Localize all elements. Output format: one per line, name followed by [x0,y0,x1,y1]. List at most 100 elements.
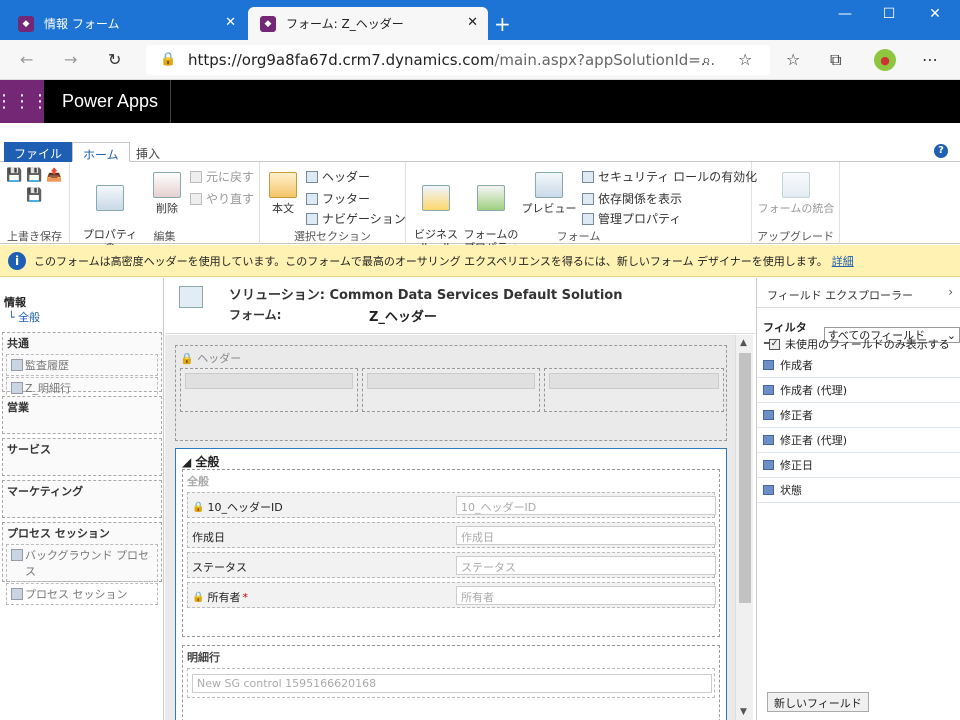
browser-tab-info-form[interactable]: ◆ 情報 フォーム ✕ [6,7,246,40]
form-navigation-pane: 情報 └ 全般 共通 監査履歴 Z_明細行 営業 サービス マーケティング プロ… [0,278,164,720]
nav-section-process-session[interactable]: プロセス セッション バックグラウンド プロセス プロセス セッション [2,522,162,605]
favorite-star-icon[interactable]: ☆ [738,50,752,69]
security-roles-label: セキュリティ ロールの有効化 [598,170,758,184]
header-cell[interactable] [362,368,540,412]
close-tab-icon[interactable]: ✕ [467,15,478,30]
form-canvas: 🔒 ヘッダー ◢ 全般 全般 🔒 10_ヘッダーID 10_ヘッダーID 作成日 … [165,335,735,720]
undo-icon [190,170,202,183]
nav-section-marketing[interactable]: マーケティング [2,480,162,518]
url-host: https://org9a8fa67d.crm7.dynamics.com [188,51,495,69]
collections-icon[interactable]: ⧉ [830,50,841,70]
field-input[interactable]: 10_ヘッダーID [456,496,716,515]
profile-avatar[interactable]: ● [874,49,896,71]
tab-title-text: 全般 [195,455,220,469]
info-banner-link[interactable]: 詳細 [832,253,854,269]
subgrid-control[interactable]: New SG control 1595166620168 [187,668,715,698]
nav-item-general[interactable]: └ 全般 [8,309,40,325]
section-general[interactable]: 全般 🔒 10_ヘッダーID 10_ヘッダーID 作成日 作成日 ステータス ステ… [182,469,720,637]
field-header-id[interactable]: 🔒 10_ヘッダーID 10_ヘッダーID [187,492,716,518]
body-button[interactable]: 本文 [266,172,300,215]
field-label: 所有者 [207,591,241,604]
nav-item-audit-history[interactable]: 監査履歴 [6,354,158,376]
tab-home[interactable]: ホーム [72,142,130,162]
tab-insert[interactable]: 挿入 [126,142,170,162]
new-tab-icon[interactable]: + [494,12,511,36]
form-label: フォーム: [229,308,282,322]
maximize-icon[interactable]: ☐ [866,6,912,22]
info-banner: i このフォームは高密度ヘッダーを使用しています。このフォームで最高のオーサリン… [0,245,960,277]
undo-button[interactable]: 元に戻す [190,168,254,185]
scroll-up-icon[interactable]: ▲ [740,338,747,348]
navigation-button[interactable]: ナビゲーション [306,210,406,227]
list-item[interactable]: 修正者 (代理) [757,428,960,453]
header-button[interactable]: ヘッダー [306,168,370,185]
managed-properties-button[interactable]: 管理プロパティ [582,210,681,227]
save-as-icon[interactable]: 💾 [26,188,42,203]
nav-section-common[interactable]: 共通 監査履歴 Z_明細行 [2,332,162,399]
section-detail-lines[interactable]: 明細行 New SG control 1595166620168 [182,645,720,720]
save-close-icon[interactable]: 💾 [26,168,42,183]
field-name: 作成者 (代理) [780,384,848,397]
preview-button[interactable]: プレビュー [520,172,578,215]
help-icon[interactable]: ? [934,144,948,158]
new-field-button[interactable]: 新しいフィールド [767,692,869,712]
dependencies-button[interactable]: 依存関係を表示 [582,190,682,207]
delete-button[interactable]: 削除 [150,172,184,215]
tab-file[interactable]: ファイル [4,142,73,162]
list-item[interactable]: 作成者 [757,353,960,378]
field-name: 修正日 [780,459,813,472]
favorites-list-icon[interactable]: ☆ [786,50,800,69]
scrollbar-thumb[interactable] [739,353,751,603]
list-item[interactable]: 状態 [757,478,960,503]
redo-button[interactable]: やり直す [190,190,254,207]
list-item[interactable]: 修正日 [757,453,960,478]
merge-forms-button[interactable]: フォームの統合 [754,172,838,215]
redo-icon [190,192,202,205]
form-tab-general[interactable]: ◢ 全般 全般 🔒 10_ヘッダーID 10_ヘッダーID 作成日 作成日 ステー… [175,448,727,720]
list-item[interactable]: 作成者 (代理) [757,378,960,403]
more-menu-icon[interactable]: ⋯ [922,50,938,69]
scroll-down-icon[interactable]: ▼ [740,707,747,717]
chevron-right-icon[interactable]: › [948,285,953,299]
publish-icon[interactable]: 📤 [46,168,62,183]
powerapps-header: ⋮⋮⋮ Power Apps [0,80,960,123]
field-name: 状態 [780,484,802,497]
footer-button[interactable]: フッター [306,190,370,207]
header-cell[interactable] [544,368,724,412]
address-bar: ← → ↻ 🔒 https://org9a8fa67d.crm7.dynamic… [0,40,960,80]
nav-item-process-session[interactable]: プロセス セッション [6,583,158,605]
form-scrollbar[interactable]: ▲ ▼ [735,335,753,720]
app-launcher-icon[interactable]: ⋮⋮⋮ [0,80,49,123]
field-input[interactable]: 作成日 [456,526,716,545]
reload-icon[interactable]: ↻ [108,50,121,69]
ribbon-group-edit: プロパティの 変更 削除 元に戻す やり直す 編集 [70,162,260,267]
forward-icon[interactable]: → [64,50,77,69]
field-owner[interactable]: 🔒 所有者 * 所有者 [187,582,716,608]
nav-item-background-process[interactable]: バックグラウンド プロセス [6,544,158,582]
url-input[interactable]: 🔒 https://org9a8fa67d.crm7.dynamics.com /… [146,45,770,75]
browser-tab-form-header[interactable]: ◆ フォーム: Z_ヘッダー ✕ [248,7,488,40]
unused-only-checkbox[interactable]: ✓ [769,338,780,350]
zoom-icon[interactable]: ⌕ [702,50,711,70]
save-icon[interactable]: 💾 [6,168,22,183]
nav-section-service[interactable]: サービス [2,438,162,476]
nav-section-sales[interactable]: 営業 [2,396,162,434]
field-input[interactable]: ステータス [456,556,716,575]
minimize-icon[interactable]: — [822,6,868,22]
url-path: /main.aspx?appSolutionId=... [494,51,716,69]
browser-titlebar: ◆ 情報 フォーム ✕ ◆ フォーム: Z_ヘッダー ✕ + — ☐ ✕ [0,0,960,40]
list-item[interactable]: 修正者 [757,403,960,428]
field-input[interactable]: 所有者 [456,586,716,605]
security-roles-button[interactable]: セキュリティ ロールの有効化 [582,168,757,185]
nav-heading-info[interactable]: 情報 [4,294,26,310]
window-close-icon[interactable]: ✕ [912,6,958,22]
close-tab-icon[interactable]: ✕ [225,15,236,30]
back-icon[interactable]: ← [20,50,33,69]
group-label-edit: 編集 [153,230,176,243]
app-brand[interactable]: Power Apps [62,91,158,112]
header-cell[interactable] [180,368,358,412]
field-status[interactable]: ステータス ステータス [187,552,716,578]
field-created-on[interactable]: 作成日 作成日 [187,522,716,548]
field-icon [763,485,774,495]
header-section[interactable]: 🔒 ヘッダー [175,345,727,441]
